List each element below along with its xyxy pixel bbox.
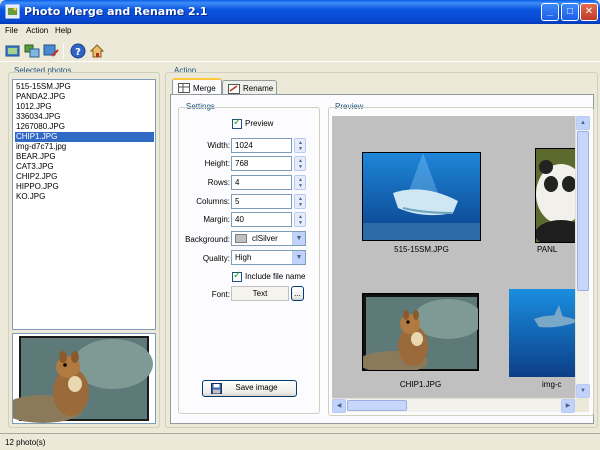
menu-bar: File Action Help — [0, 24, 600, 39]
tab-merge-label: Merge — [193, 84, 216, 93]
rename-icon[interactable] — [43, 43, 59, 59]
photo-list-item[interactable]: BEAR.JPG — [15, 152, 154, 162]
menu-help[interactable]: Help — [55, 26, 71, 35]
preview-photo-panda — [535, 148, 575, 243]
title-bar: Photo Merge and Rename 2.1 _ □ ✕ — [0, 0, 600, 24]
panda-image — [536, 149, 575, 242]
font-label: Font: — [211, 290, 230, 299]
home-icon[interactable] — [89, 43, 105, 59]
merge-tab-icon — [178, 83, 190, 93]
columns-label: Columns: — [196, 197, 230, 206]
include-filename-label: Include file name — [245, 272, 306, 281]
quality-label: Quality: — [202, 254, 230, 263]
width-spinner[interactable]: ▲ ▼ — [294, 138, 306, 153]
background-value: clSilver — [252, 234, 278, 243]
margin-field[interactable]: 40 — [231, 212, 292, 227]
toolbar: ? — [0, 40, 600, 62]
photo-list-item[interactable]: 1012.JPG — [15, 102, 154, 112]
scroll-down-button[interactable]: ▼ — [576, 384, 590, 398]
help-icon[interactable]: ? — [70, 43, 86, 59]
preview-photo-stingray — [362, 152, 481, 241]
squirrel-image — [363, 294, 478, 370]
squirrel-thumbnail-image — [13, 336, 153, 423]
tab-rename[interactable]: Rename — [222, 80, 277, 94]
height-spinner[interactable]: ▲ ▼ — [294, 156, 306, 171]
toolbar-separator — [63, 44, 64, 59]
margin-label: Margin: — [203, 215, 230, 224]
height-field[interactable]: 768 — [231, 156, 292, 171]
maximize-button[interactable]: □ — [561, 3, 579, 21]
quality-combo[interactable]: High ▼ — [231, 250, 306, 265]
photo-list-item[interactable]: 336034.JPG — [15, 112, 154, 122]
svg-text:?: ? — [75, 47, 81, 58]
photo-list-item[interactable]: img-d7c71.jpg — [15, 142, 154, 152]
photo-list[interactable]: 515-15SM.JPG PANDA2.JPG 1012.JPG 336034.… — [12, 79, 156, 330]
preview-checkbox[interactable] — [232, 117, 242, 129]
scroll-corner — [575, 398, 589, 412]
photo-list-item[interactable]: CAT3.JPG — [15, 162, 154, 172]
background-combo[interactable]: clSilver ▼ — [231, 231, 306, 246]
save-icon — [211, 383, 222, 394]
status-text: 12 photo(s) — [5, 438, 46, 447]
save-image-button[interactable]: Save image — [202, 380, 297, 397]
save-image-label: Save image — [235, 383, 278, 392]
merge-icon[interactable] — [24, 43, 40, 59]
preview-vertical-scrollbar[interactable]: ▲ ▼ — [575, 116, 590, 398]
chevron-down-icon[interactable]: ▼ — [292, 232, 305, 245]
preview-horizontal-scrollbar[interactable]: ◀ ▶ — [332, 398, 575, 413]
horizontal-scroll-thumb[interactable] — [347, 400, 407, 411]
stingray-image — [363, 153, 480, 240]
vertical-scroll-thumb[interactable] — [577, 131, 589, 291]
open-photos-icon[interactable] — [5, 43, 21, 59]
quality-value: High — [235, 253, 252, 262]
width-field[interactable]: 1024 — [231, 138, 292, 153]
photo-list-item[interactable]: KO.JPG — [15, 192, 154, 202]
photo-list-item[interactable]: HIPPO.JPG — [15, 182, 154, 192]
menu-action[interactable]: Action — [26, 26, 48, 35]
scroll-left-button[interactable]: ◀ — [332, 399, 346, 413]
photo-list-item[interactable]: CHIP2.JPG — [15, 172, 154, 182]
close-button[interactable]: ✕ — [580, 3, 598, 21]
rows-spinner[interactable]: ▲ ▼ — [294, 175, 306, 190]
photo-list-item-selected[interactable]: CHIP1.JPG — [15, 132, 154, 142]
include-filename-checkbox[interactable] — [232, 270, 242, 282]
preview-checkbox-label: Preview — [245, 119, 274, 128]
menu-file[interactable]: File — [5, 26, 18, 35]
photo-list-item[interactable]: 515-15SM.JPG — [15, 82, 154, 92]
chevron-down-icon[interactable]: ▼ — [292, 251, 305, 264]
columns-spinner[interactable]: ▲ ▼ — [294, 194, 306, 209]
margin-spinner[interactable]: ▲ ▼ — [294, 212, 306, 227]
preview-photo-shark — [509, 289, 575, 377]
preview-canvas[interactable]: 515-15SM.JPG PANL CHIP1.JPG img-c — [332, 116, 575, 398]
rename-tab-icon — [228, 84, 240, 94]
preview-caption: 515-15SM.JPG — [394, 245, 449, 254]
color-swatch — [235, 234, 247, 243]
background-label: Background: — [185, 235, 230, 244]
tab-merge[interactable]: Merge — [172, 78, 222, 95]
photo-list-item[interactable]: PANDA2.JPG — [15, 92, 154, 102]
columns-field[interactable]: 5 — [231, 194, 292, 209]
selected-photo-thumbnail — [12, 333, 156, 424]
height-label: Height: — [204, 159, 230, 168]
preview-caption: img-c — [542, 380, 562, 389]
rows-field[interactable]: 4 — [231, 175, 292, 190]
scroll-up-button[interactable]: ▲ — [576, 116, 590, 130]
scroll-right-button[interactable]: ▶ — [561, 399, 575, 413]
font-browse-button[interactable]: ... — [291, 286, 304, 301]
photo-list-item[interactable]: 1267080.JPG — [15, 122, 154, 132]
shark-image — [509, 289, 575, 377]
tab-rename-label: Rename — [243, 84, 274, 93]
preview-caption: PANL — [537, 245, 558, 254]
app-icon — [5, 4, 20, 19]
status-bar: 12 photo(s) — [0, 433, 600, 450]
rows-label: Rows: — [207, 178, 230, 187]
preview-photo-squirrel — [362, 293, 479, 371]
width-label: Width: — [207, 141, 230, 150]
font-sample[interactable]: Text — [231, 286, 289, 301]
preview-caption: CHIP1.JPG — [399, 380, 442, 389]
window-title: Photo Merge and Rename 2.1 — [24, 5, 208, 18]
minimize-button[interactable]: _ — [541, 3, 559, 21]
